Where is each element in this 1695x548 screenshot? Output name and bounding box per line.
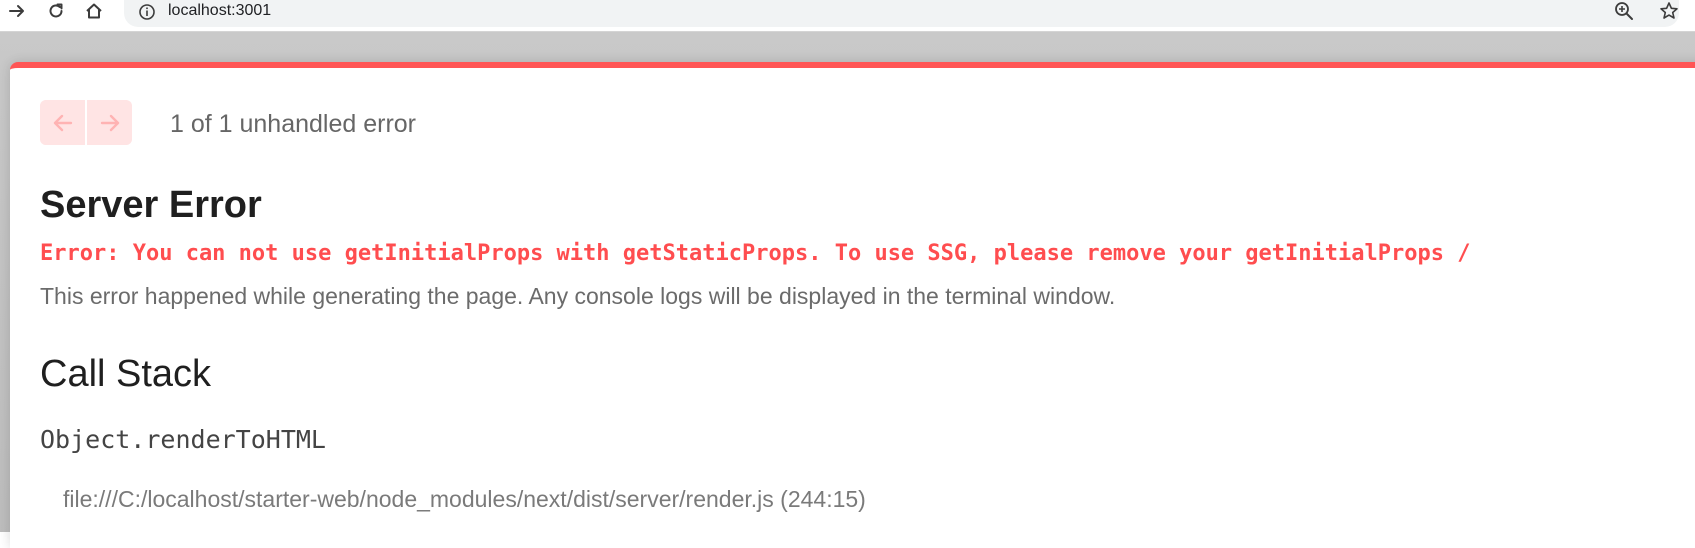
browser-toolbar: localhost:3001 <box>0 0 1695 32</box>
error-pager <box>40 100 132 145</box>
arrow-right-icon <box>100 114 119 131</box>
reload-button[interactable] <box>43 0 69 22</box>
stack-frame-location[interactable]: file:///C:/localhost/starter-web/node_mo… <box>63 486 866 513</box>
arrow-left-icon <box>53 114 72 131</box>
error-description: This error happened while generating the… <box>40 283 1116 309</box>
address-bar[interactable]: localhost:3001 <box>124 0 1679 27</box>
call-stack-heading: Call Stack <box>40 353 212 395</box>
home-button[interactable] <box>81 0 107 22</box>
address-url[interactable]: localhost:3001 <box>168 2 271 20</box>
previous-error-button[interactable] <box>40 100 87 145</box>
star-icon[interactable] <box>1659 1 1679 21</box>
info-icon[interactable] <box>138 3 156 21</box>
reload-icon <box>49 3 63 18</box>
zoom-icon[interactable] <box>1614 1 1634 21</box>
error-title: Server Error <box>40 184 262 226</box>
home-icon <box>86 3 102 19</box>
next-error-button[interactable] <box>87 100 132 145</box>
error-message: Error: You can not use getInitialProps w… <box>40 241 1471 266</box>
forward-icon <box>9 5 24 17</box>
stack-frame-function[interactable]: Object.renderToHTML <box>40 425 326 454</box>
error-count-label: 1 of 1 unhandled error <box>170 110 417 138</box>
forward-button[interactable] <box>4 0 30 22</box>
